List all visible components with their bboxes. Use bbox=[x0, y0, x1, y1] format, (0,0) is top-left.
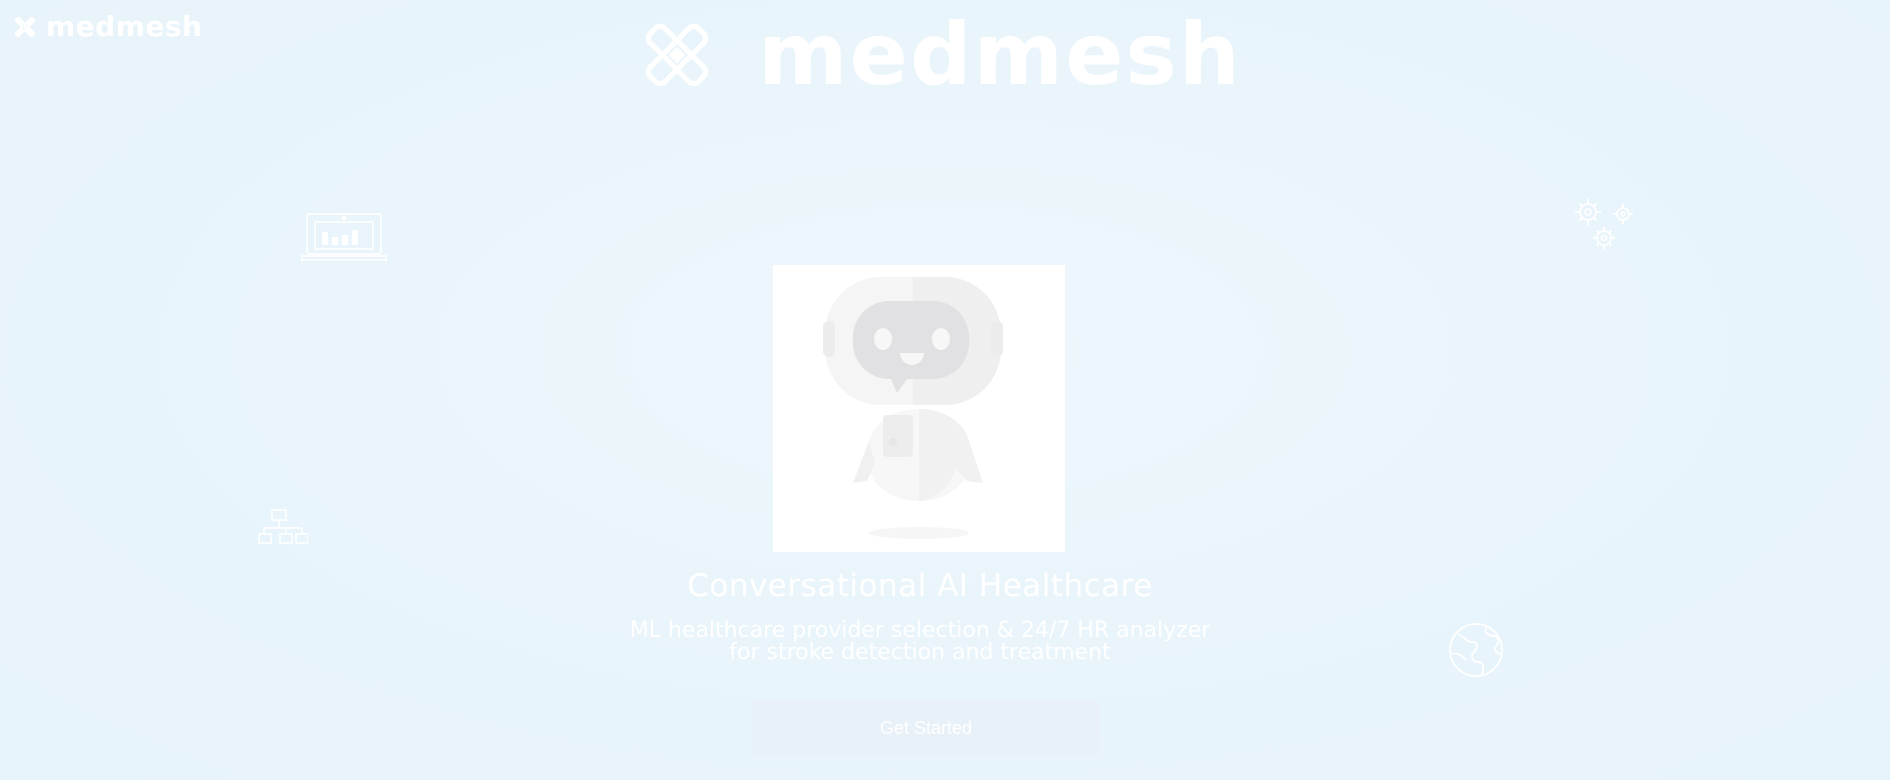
brand-name: medmesh bbox=[46, 10, 203, 43]
hero-subtitle: ML healthcare provider selection & 24/7 … bbox=[0, 620, 1840, 664]
corner-logo[interactable]: medmesh bbox=[12, 10, 202, 43]
bandage-cross-icon bbox=[14, 16, 36, 37]
laptop-chart-icon bbox=[301, 213, 387, 261]
org-chart-icon bbox=[258, 509, 308, 544]
hero-logo: medmesh bbox=[640, 12, 1242, 98]
get-started-button[interactable]: Get Started bbox=[752, 700, 1100, 756]
hero-illustration-card bbox=[773, 265, 1065, 552]
gears-icon bbox=[1575, 199, 1633, 249]
hero-subtitle-line-1: ML healthcare provider selection & 24/7 … bbox=[629, 618, 1211, 643]
hero-logo-text: medmesh bbox=[758, 5, 1242, 105]
hero-subtitle-line-2: for stroke detection and treatment bbox=[729, 640, 1111, 665]
robot-doctor-icon bbox=[823, 277, 1003, 539]
hero-title: Conversational AI Healthcare bbox=[687, 568, 1153, 604]
bandage-cross-icon bbox=[645, 23, 709, 87]
